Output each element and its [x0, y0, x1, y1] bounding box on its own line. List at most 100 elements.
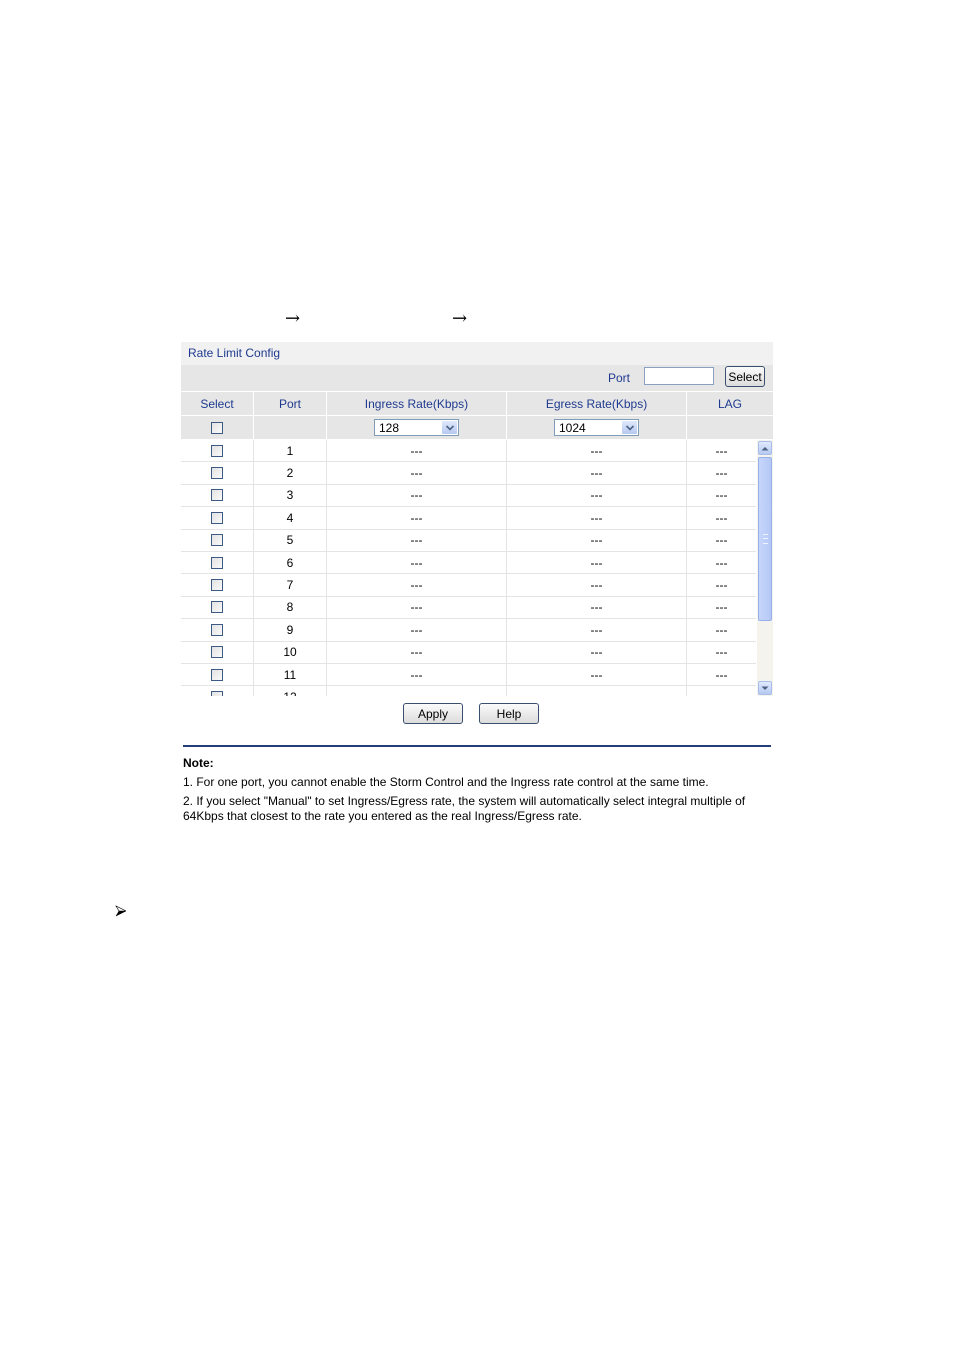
port-number: 9 [254, 619, 327, 641]
egress-rate-value: 1024 [559, 421, 586, 435]
port-number: 10 [254, 641, 327, 663]
lag: --- [715, 622, 728, 637]
ingress-rate: --- [327, 551, 507, 574]
row-checkbox[interactable] [211, 534, 223, 547]
table-row: 8 --- --- --- [181, 596, 756, 620]
ingress-rate: --- [327, 507, 507, 529]
apply-button[interactable]: Apply [403, 703, 463, 724]
port-number: 4 [254, 507, 327, 529]
lag: --- [715, 555, 728, 570]
lag: --- [715, 533, 728, 548]
row-select-cell [181, 574, 254, 596]
table-row: 9 --- --- --- [181, 619, 756, 642]
select-button[interactable]: Select [725, 366, 765, 387]
select-all-cell [181, 416, 254, 439]
scrollbar-thumb[interactable] [758, 457, 772, 621]
row-checkbox[interactable] [211, 489, 223, 502]
port-number: 11 [254, 663, 327, 686]
row-select-cell [181, 663, 254, 686]
ingress-rate: --- [327, 484, 507, 507]
column-header-egress-rate: Egress Rate(Kbps) [507, 392, 687, 415]
column-header-select: Select [181, 392, 254, 415]
scroll-up-button[interactable] [758, 441, 772, 455]
table-row: 11 --- --- --- [181, 663, 756, 687]
table-row: 6 --- --- --- [181, 551, 756, 575]
note-item: 1. For one port, you cannot enable the S… [183, 775, 709, 789]
row-checkbox[interactable] [211, 668, 223, 681]
port-number: 8 [254, 596, 327, 619]
ingress-rate-dropdown[interactable]: 128 [374, 419, 459, 436]
lag: --- [715, 488, 728, 503]
column-header-ingress-rate: Ingress Rate(Kbps) [327, 392, 507, 415]
row-select-cell [181, 641, 254, 663]
lag: --- [687, 686, 756, 696]
lag-empty-cell [687, 416, 773, 439]
lag: --- [715, 510, 728, 525]
row-select-cell [181, 529, 254, 551]
egress-rate: --- [507, 619, 687, 641]
egress-rate: --- [507, 596, 687, 619]
ingress-rate: --- [327, 596, 507, 619]
row-select-cell [181, 440, 254, 462]
row-checkbox[interactable] [211, 467, 223, 480]
egress-rate: --- [507, 574, 687, 596]
egress-rate-dropdown[interactable]: 1024 [554, 419, 639, 436]
row-checkbox[interactable] [211, 511, 223, 524]
row-select-cell [181, 484, 254, 507]
row-checkbox[interactable] [211, 601, 223, 614]
scroll-down-button[interactable] [758, 681, 772, 695]
egress-rate: --- [507, 507, 687, 529]
chevron-up-icon [761, 446, 769, 450]
ingress-rate: --- [327, 462, 507, 484]
port-input[interactable] [644, 367, 714, 385]
table-row: 7 --- --- --- [181, 574, 756, 597]
table-row: 4 --- --- --- [181, 507, 756, 530]
table-row: 5 --- --- --- [181, 529, 756, 552]
ingress-rate: --- [327, 686, 507, 696]
chevron-down-icon[interactable] [442, 421, 457, 434]
row-checkbox[interactable] [211, 444, 223, 457]
lag: --- [715, 443, 728, 458]
chevron-down-icon [761, 686, 769, 690]
row-checkbox[interactable] [211, 579, 223, 592]
chevron-down-icon[interactable] [622, 421, 637, 434]
lag: --- [715, 600, 728, 615]
row-select-cell [181, 619, 254, 641]
port-rows: 1 --- --- --- 2 --- --- --- 3 --- --- --- 4 --- --- ---… [181, 440, 756, 696]
table-row: 10 --- --- --- [181, 641, 756, 664]
table-header: Select Port Ingress Rate(Kbps) Egress Ra… [181, 392, 773, 416]
row-select-cell [181, 551, 254, 574]
grip-icon [763, 534, 768, 544]
note-title: Note: [183, 756, 214, 770]
lag: --- [715, 578, 728, 593]
ingress-rate-cell: 128 [327, 416, 507, 439]
help-button[interactable]: Help [479, 703, 539, 724]
port-number: 7 [254, 574, 327, 596]
panel-title: Rate Limit Config [181, 342, 773, 365]
row-checkbox[interactable] [211, 646, 223, 659]
port-number: 12 [254, 686, 327, 696]
lag: --- [715, 667, 728, 682]
egress-rate: --- [507, 641, 687, 663]
ingress-rate: --- [327, 440, 507, 462]
egress-rate: --- [507, 686, 687, 696]
row-checkbox[interactable] [211, 556, 223, 569]
ingress-rate: --- [327, 619, 507, 641]
column-header-port: Port [254, 392, 327, 415]
lag: --- [715, 466, 728, 481]
port-empty-cell [254, 416, 327, 439]
port-list: 1 --- --- --- 2 --- --- --- 3 --- --- --- 4 --- --- ---… [181, 440, 773, 696]
row-select-cell [181, 507, 254, 529]
port-number: 3 [254, 484, 327, 507]
egress-rate: --- [507, 551, 687, 574]
port-number: 2 [254, 462, 327, 484]
row-checkbox[interactable] [211, 623, 223, 636]
breadcrumb-arrow-icon: → [452, 308, 468, 329]
egress-rate: --- [507, 440, 687, 462]
ingress-rate: --- [327, 574, 507, 596]
port-select-toolbar: Port Select [181, 365, 773, 392]
apply-all-row: 128 1024 [181, 416, 773, 440]
select-all-checkbox[interactable] [211, 421, 223, 434]
vertical-scrollbar[interactable] [757, 440, 773, 696]
port-number: 1 [254, 440, 327, 462]
